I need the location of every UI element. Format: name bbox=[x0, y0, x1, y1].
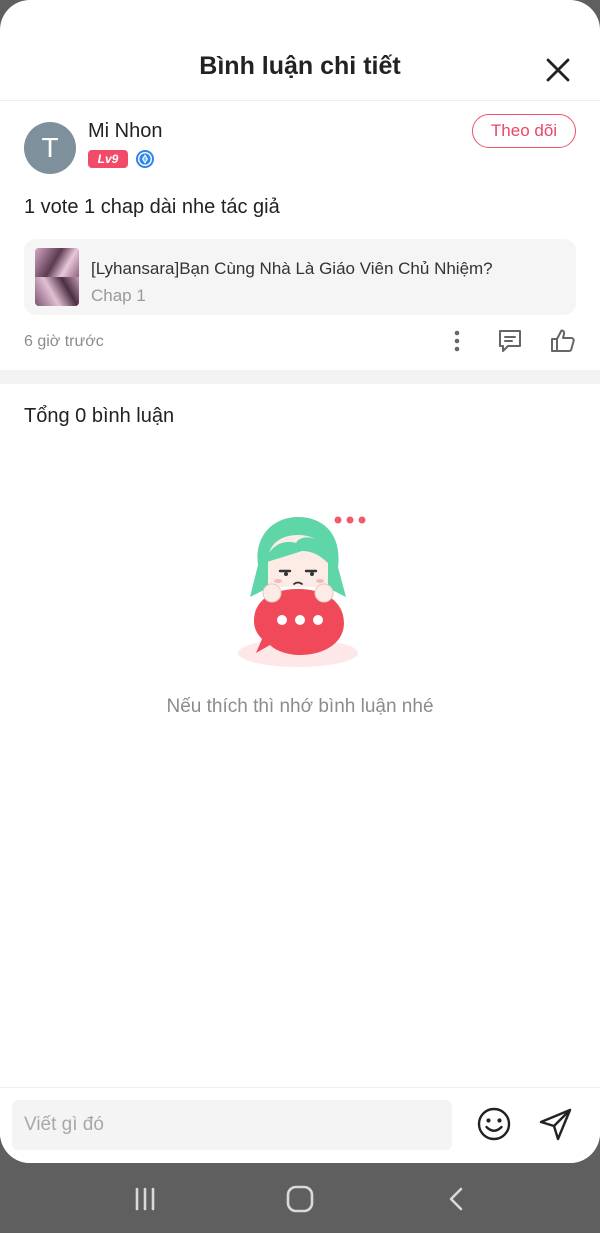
story-thumbnail bbox=[35, 248, 79, 306]
system-nav-bar bbox=[0, 1163, 600, 1233]
diamond-rank-icon bbox=[136, 150, 154, 168]
avatar[interactable]: T bbox=[24, 122, 76, 174]
empty-message: Nếu thích thì nhớ bình luận nhé bbox=[166, 696, 434, 717]
close-icon bbox=[546, 58, 570, 82]
avatar-letter: T bbox=[41, 132, 59, 163]
story-card[interactable]: [Lyhansara]Bạn Cùng Nhà Là Giáo Viên Chủ… bbox=[24, 239, 576, 315]
send-icon[interactable] bbox=[538, 1106, 574, 1142]
comment-input-bar bbox=[0, 1087, 600, 1163]
more-icon bbox=[454, 330, 460, 352]
close-button[interactable] bbox=[538, 50, 578, 90]
comment-input[interactable] bbox=[12, 1100, 452, 1150]
empty-mascot-illustration bbox=[238, 516, 366, 667]
story-title: [Lyhansara]Bạn Cùng Nhà Là Giáo Viên Chủ… bbox=[91, 259, 493, 278]
total-comments-label: Tổng 0 bình luận bbox=[24, 405, 175, 427]
like-icon bbox=[551, 329, 575, 352]
comment-time: 6 giờ trước bbox=[24, 333, 104, 350]
back-icon bbox=[449, 1187, 463, 1211]
more-button[interactable] bbox=[443, 327, 471, 355]
emoji-icon[interactable] bbox=[476, 1106, 512, 1142]
back-button[interactable] bbox=[437, 1183, 477, 1215]
follow-button[interactable]: Theo dõi bbox=[472, 114, 576, 148]
level-badge: Lv9 bbox=[88, 150, 128, 168]
like-button[interactable] bbox=[549, 327, 577, 355]
page-title: Bình luận chi tiết bbox=[199, 52, 401, 80]
comment-detail-sheet: Bình luận chi tiết T Mi Nhon Lv9 Theo dõ… bbox=[0, 0, 600, 1163]
reply-button[interactable] bbox=[496, 327, 524, 355]
reply-icon bbox=[499, 330, 521, 352]
home-icon bbox=[286, 1185, 314, 1213]
header: Bình luận chi tiết bbox=[0, 0, 600, 101]
section-divider bbox=[0, 370, 600, 384]
comment-text: 1 vote 1 chap dài nhe tác giả bbox=[24, 196, 280, 218]
recent-apps-icon bbox=[135, 1187, 155, 1211]
recent-apps-button[interactable] bbox=[125, 1183, 165, 1215]
home-button[interactable] bbox=[280, 1183, 320, 1215]
username[interactable]: Mi Nhon bbox=[88, 120, 162, 143]
story-chapter: Chap 1 bbox=[91, 286, 146, 305]
